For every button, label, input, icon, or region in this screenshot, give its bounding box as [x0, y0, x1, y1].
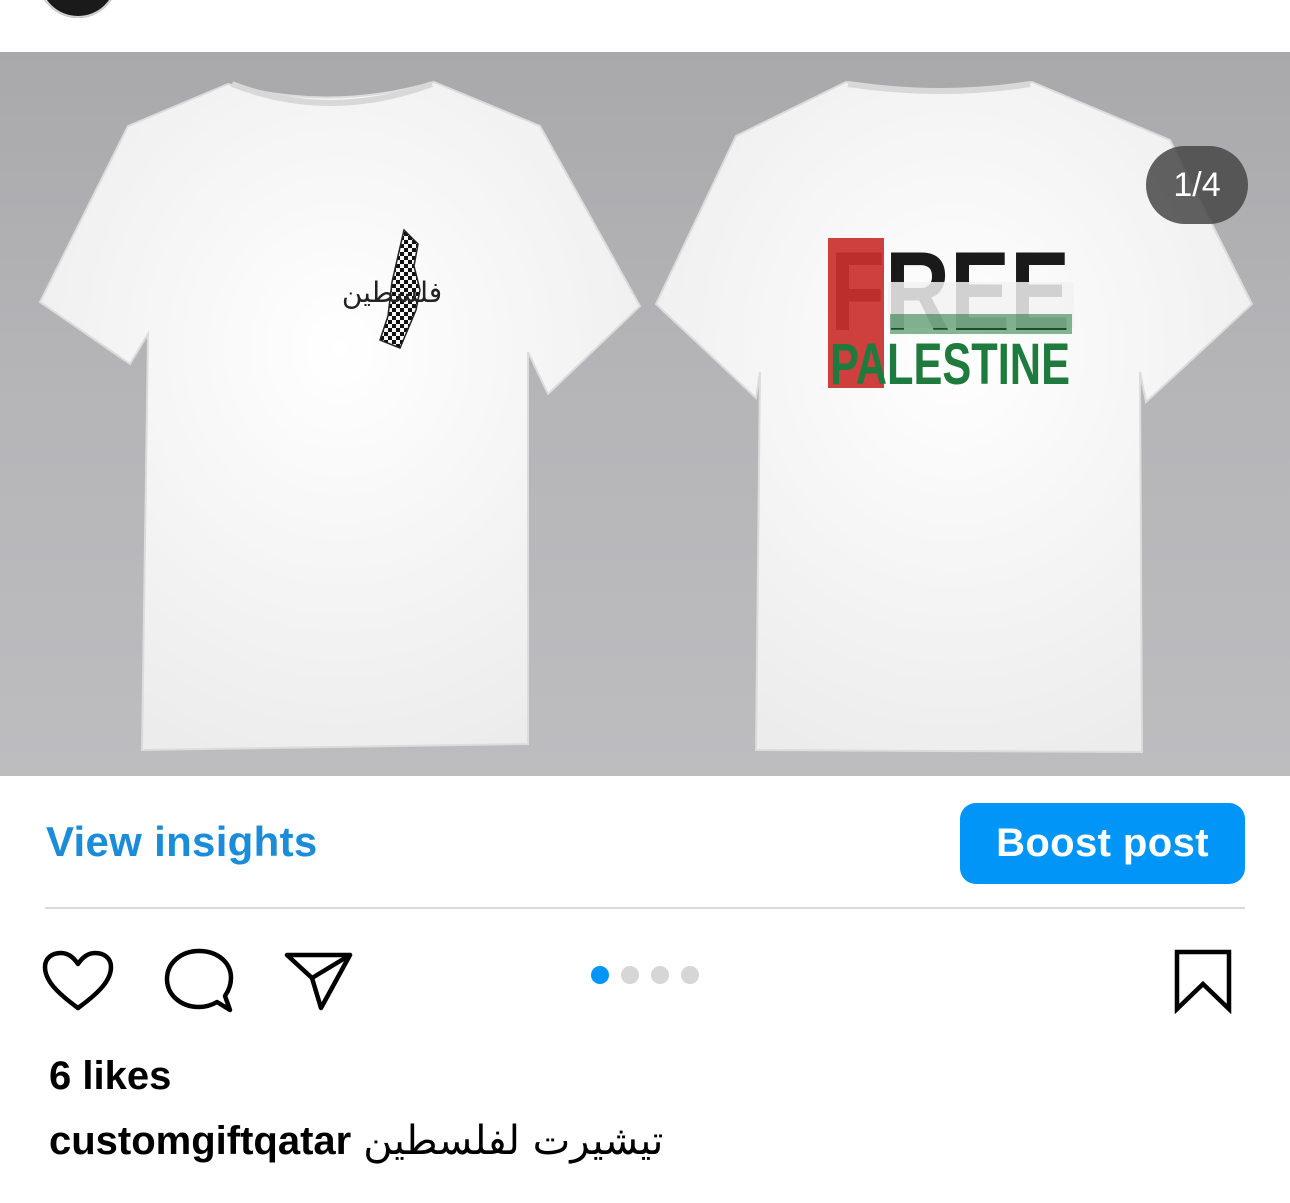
- carousel-dot: [651, 966, 669, 984]
- boost-post-button[interactable]: Boost post: [960, 803, 1245, 884]
- right-shirt-print-palestine: PALESTINE: [830, 332, 1070, 397]
- divider: [45, 907, 1245, 909]
- caption-text: تيشيرت لفلسطين: [363, 1118, 664, 1164]
- bookmark-icon[interactable]: [1172, 948, 1234, 1014]
- insights-row: View insights Boost post: [0, 776, 1290, 908]
- carousel-dot: [681, 966, 699, 984]
- carousel-dot: [621, 966, 639, 984]
- heart-icon[interactable]: [42, 950, 114, 1012]
- caption: customgiftqatar تيشيرت لفلسطين: [49, 1118, 663, 1164]
- carousel-dot-active: [591, 966, 609, 984]
- post-media[interactable]: فلسطين FREE PALESTINE 1/4: [0, 52, 1290, 776]
- left-shirt-print-text: فلسطين: [342, 276, 442, 309]
- carousel-indicator: [591, 966, 699, 984]
- avatar[interactable]: [38, 0, 118, 18]
- likes-count[interactable]: 6 likes: [49, 1054, 171, 1099]
- caption-username[interactable]: customgiftqatar: [49, 1119, 351, 1163]
- shirts-image: فلسطين FREE PALESTINE: [38, 80, 1254, 754]
- share-icon[interactable]: [284, 950, 354, 1012]
- comment-icon[interactable]: [164, 948, 234, 1014]
- view-insights-link[interactable]: View insights: [46, 818, 318, 866]
- media-counter-badge: 1/4: [1146, 146, 1248, 224]
- left-shirt: فلسطين: [38, 80, 642, 752]
